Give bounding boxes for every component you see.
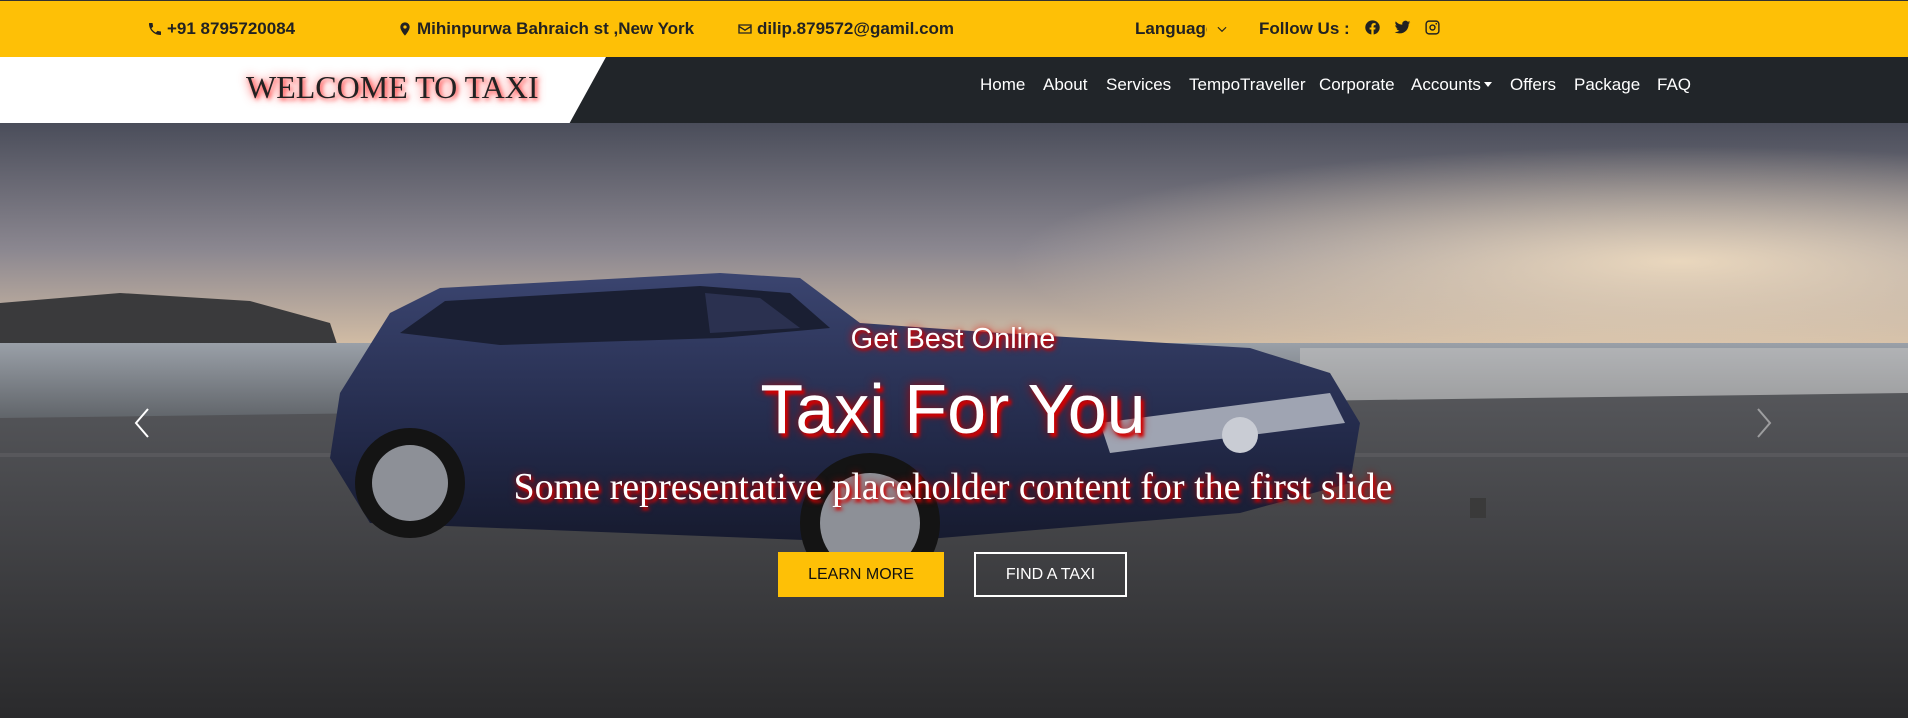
find-a-taxi-button[interactable]: FIND A TAXI: [974, 552, 1127, 597]
facebook-link[interactable]: [1364, 19, 1382, 37]
map-marker-icon: [400, 22, 410, 36]
social-links: [1364, 19, 1454, 37]
nav-tempotraveller[interactable]: TempoTraveller: [1189, 75, 1306, 95]
hero-caption: Get Best Online Taxi For You Some repres…: [0, 123, 1908, 718]
nav-accounts-label: Accounts: [1411, 75, 1481, 94]
nav-corporate[interactable]: Corporate: [1319, 75, 1395, 95]
twitter-icon: [1394, 20, 1411, 34]
language-label: Language: [1135, 19, 1207, 38]
follow-us-text: Follow Us :: [1259, 19, 1350, 38]
instagram-link[interactable]: [1424, 19, 1442, 37]
nav-accounts-dropdown[interactable]: Accounts: [1411, 75, 1492, 95]
nav-faq[interactable]: FAQ: [1657, 75, 1691, 95]
learn-more-button[interactable]: LEARN MORE: [778, 552, 944, 597]
hero-headline: Taxi For You: [760, 370, 1146, 448]
site-brand[interactable]: WELCOME TO TAXI: [246, 69, 539, 106]
instagram-icon: [1425, 20, 1440, 35]
phone-icon: [149, 23, 161, 35]
envelope-icon: [738, 24, 752, 34]
nav-package[interactable]: Package: [1574, 75, 1640, 95]
facebook-icon: [1365, 20, 1380, 35]
phone-number: +91 8795720084: [167, 19, 296, 38]
hero-subline: Some representative placeholder content …: [513, 466, 1393, 508]
top-info-bar: +91 8795720084 Mihinpurwa Bahraich st ,N…: [0, 0, 1908, 57]
carousel-prev-button[interactable]: [128, 403, 158, 443]
email-address: dilip.879572@gamil.com: [757, 19, 955, 38]
phone-info: +91 8795720084: [147, 19, 295, 39]
main-navbar: WELCOME TO TAXI Home About Services Temp…: [0, 57, 1908, 123]
nav-offers[interactable]: Offers: [1510, 75, 1556, 95]
chevron-down-icon: [1217, 26, 1227, 33]
nav-home[interactable]: Home: [980, 75, 1025, 95]
language-dropdown[interactable]: Language: [1135, 19, 1233, 39]
caret-down-icon: [1483, 82, 1492, 87]
address-text: Mihinpurwa Bahraich st ,New York: [417, 19, 695, 38]
chevron-right-icon: [1757, 408, 1772, 438]
follow-us-label: Follow Us :: [1259, 19, 1350, 39]
twitter-link[interactable]: [1394, 19, 1412, 37]
nav-services[interactable]: Services: [1106, 75, 1171, 95]
chevron-left-icon: [134, 408, 149, 438]
hero-eyebrow: Get Best Online: [850, 323, 1056, 355]
email-info: dilip.879572@gamil.com: [737, 19, 954, 39]
carousel-next-button[interactable]: [1748, 403, 1778, 443]
hero-carousel: Get Best Online Taxi For You Some repres…: [0, 123, 1908, 718]
nav-about[interactable]: About: [1043, 75, 1087, 95]
address-info: Mihinpurwa Bahraich st ,New York: [397, 19, 694, 39]
